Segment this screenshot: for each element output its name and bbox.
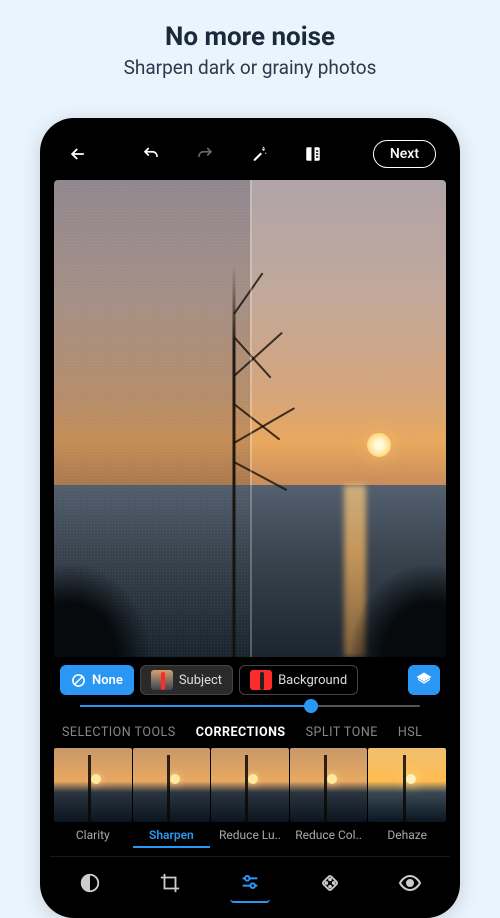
selection-mask-row: None Subject Background bbox=[50, 657, 450, 703]
mask-subject-label: Subject bbox=[179, 673, 222, 688]
promo-header: No more noise Sharpen dark or grainy pho… bbox=[0, 0, 500, 79]
promo-title: No more noise bbox=[0, 22, 500, 52]
sliders-icon bbox=[239, 871, 261, 893]
next-button[interactable]: Next bbox=[373, 140, 436, 168]
mask-background-chip[interactable]: Background bbox=[239, 665, 358, 695]
tab-hsl[interactable]: HSL bbox=[398, 725, 423, 740]
plant-silhouette bbox=[214, 266, 254, 657]
slider-thumb[interactable] bbox=[304, 699, 318, 713]
background-swatch-icon bbox=[250, 670, 272, 690]
nav-retouch[interactable] bbox=[310, 863, 350, 903]
undo-icon bbox=[141, 145, 161, 163]
preset-sharpen[interactable]: Sharpen bbox=[133, 748, 211, 848]
heal-icon bbox=[319, 872, 341, 894]
preset-thumbnail bbox=[368, 748, 446, 822]
preset-dehaze[interactable]: Dehaze bbox=[368, 748, 446, 848]
correction-presets-row: Clarity Sharpen Reduce Lu.. Reduce Col..… bbox=[50, 748, 450, 848]
preset-label: Clarity bbox=[76, 828, 110, 842]
preset-label: Reduce Lu.. bbox=[219, 828, 281, 842]
image-canvas[interactable] bbox=[54, 180, 446, 657]
slider-track bbox=[80, 705, 420, 707]
magic-wand-icon bbox=[250, 145, 268, 163]
tab-split-tone[interactable]: SPLIT TONE bbox=[306, 725, 378, 740]
preset-thumbnail bbox=[54, 748, 132, 822]
category-tabs: SELECTION TOOLS CORRECTIONS SPLIT TONE H… bbox=[50, 717, 450, 748]
split-divider[interactable] bbox=[250, 180, 252, 657]
slider-fill bbox=[80, 705, 311, 707]
preset-label: Dehaze bbox=[387, 828, 427, 842]
preset-thumbnail bbox=[133, 748, 211, 822]
preset-thumbnail bbox=[211, 748, 289, 822]
nav-crop[interactable] bbox=[150, 863, 190, 903]
eye-icon bbox=[398, 871, 422, 895]
none-icon bbox=[71, 673, 86, 688]
subject-swatch-icon bbox=[151, 670, 173, 690]
back-button[interactable] bbox=[64, 140, 92, 168]
redo-button[interactable] bbox=[191, 140, 219, 168]
preset-reduce-color[interactable]: Reduce Col.. bbox=[290, 748, 368, 848]
preset-label: Sharpen bbox=[149, 828, 194, 842]
auto-enhance-button[interactable] bbox=[245, 140, 273, 168]
after-image bbox=[250, 180, 446, 657]
mask-subject-chip[interactable]: Subject bbox=[140, 665, 233, 695]
crop-icon bbox=[159, 872, 181, 894]
nav-red-eye[interactable] bbox=[390, 863, 430, 903]
intensity-slider[interactable] bbox=[50, 703, 450, 717]
compare-icon bbox=[304, 145, 322, 163]
layers-icon bbox=[415, 671, 433, 689]
preset-reduce-luminance[interactable]: Reduce Lu.. bbox=[211, 748, 289, 848]
undo-button[interactable] bbox=[137, 140, 165, 168]
preset-label: Reduce Col.. bbox=[295, 828, 362, 842]
preset-clarity[interactable]: Clarity bbox=[54, 748, 132, 848]
phone-frame: Next None bbox=[40, 118, 460, 918]
promo-subtitle: Sharpen dark or grainy photos bbox=[0, 56, 500, 79]
tab-selection-tools[interactable]: SELECTION TOOLS bbox=[62, 725, 176, 740]
layers-button[interactable] bbox=[408, 665, 440, 695]
mask-none-label: None bbox=[92, 673, 123, 688]
nav-adjust[interactable] bbox=[230, 863, 270, 903]
bottom-nav bbox=[50, 856, 450, 908]
tab-corrections[interactable]: CORRECTIONS bbox=[196, 725, 286, 740]
looks-icon bbox=[79, 872, 101, 894]
nav-looks[interactable] bbox=[70, 863, 110, 903]
preset-thumbnail bbox=[290, 748, 368, 822]
app-screen: Next None bbox=[50, 128, 450, 908]
arrow-left-icon bbox=[68, 144, 88, 164]
top-toolbar: Next bbox=[50, 128, 450, 180]
mask-background-label: Background bbox=[278, 673, 347, 688]
mask-none-chip[interactable]: None bbox=[60, 665, 134, 695]
redo-icon bbox=[195, 145, 215, 163]
compare-button[interactable] bbox=[299, 140, 327, 168]
